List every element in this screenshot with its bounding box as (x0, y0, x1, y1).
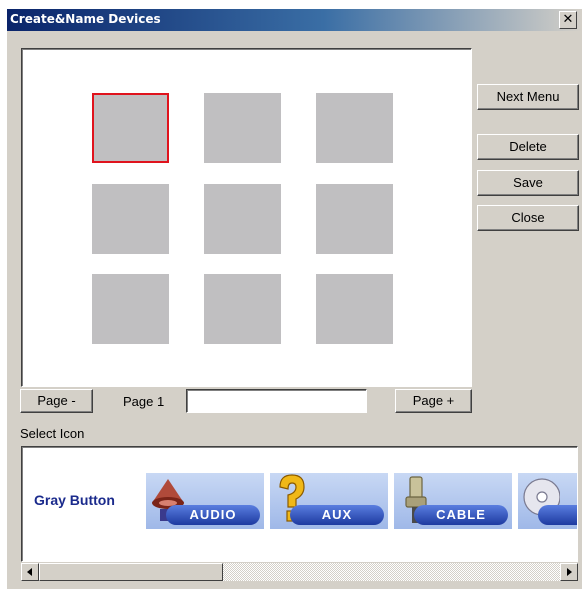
icon-style-label: Gray Button (34, 492, 115, 508)
icon-option-cable[interactable]: CABLE (394, 473, 512, 529)
device-slot-8[interactable] (204, 274, 281, 344)
window-title: Create&Name Devices (10, 12, 161, 26)
device-slot-1[interactable] (92, 93, 169, 163)
select-icon-label: Select Icon (20, 426, 85, 441)
device-slot-4[interactable] (92, 184, 169, 254)
title-bar[interactable]: Create&Name Devices ✕ (7, 9, 582, 31)
arrow-left-icon (27, 568, 32, 576)
page-next-button[interactable]: Page + (395, 389, 472, 413)
scroll-left-button[interactable] (21, 563, 39, 581)
page-indicator: Page 1 (123, 394, 165, 409)
page-prev-button[interactable]: Page - (20, 389, 93, 413)
device-slot-2[interactable] (204, 93, 281, 163)
icon-option-audio[interactable]: AUDIO (146, 473, 264, 529)
icon-option-label: AUDIO (189, 507, 237, 522)
icon-option-cd[interactable]: C (518, 473, 577, 529)
page-name-input[interactable] (186, 389, 367, 413)
device-slot-3[interactable] (316, 93, 393, 163)
arrow-right-icon (567, 568, 572, 576)
icon-panel-scrollbar[interactable] (21, 563, 578, 581)
icon-option-label: CABLE (436, 507, 486, 522)
device-slot-7[interactable] (92, 274, 169, 344)
close-icon[interactable]: ✕ (559, 11, 577, 29)
device-slot-5[interactable] (204, 184, 281, 254)
delete-button[interactable]: Delete (477, 134, 579, 160)
scroll-right-button[interactable] (560, 563, 578, 581)
next-menu-button[interactable]: Next Menu (477, 84, 579, 110)
icon-option-label: C (538, 505, 577, 525)
create-name-devices-dialog: Create&Name Devices ✕ Next Menu Delete S… (7, 9, 582, 589)
icon-option-label: AUX (321, 507, 353, 522)
scroll-thumb[interactable] (39, 563, 223, 581)
save-button[interactable]: Save (477, 170, 579, 196)
device-slot-6[interactable] (316, 184, 393, 254)
icon-picker-panel: Gray Button AUDIO AUX CABLE (21, 446, 578, 562)
device-slot-grid (21, 48, 472, 387)
close-button[interactable]: Close (477, 205, 579, 231)
icon-option-aux[interactable]: AUX (270, 473, 388, 529)
device-slot-9[interactable] (316, 274, 393, 344)
